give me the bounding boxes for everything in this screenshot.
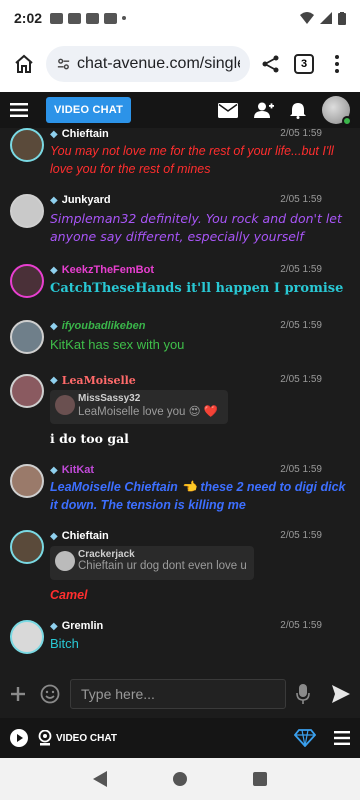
message-time: 2/05 1:59 — [280, 464, 322, 475]
mail-icon[interactable] — [218, 102, 238, 118]
site-settings-icon[interactable] — [56, 56, 71, 72]
message-time: 2/05 1:59 — [280, 620, 322, 631]
bottom-app-bar: VIDEO CHAT — [0, 718, 360, 758]
add-friend-icon[interactable] — [254, 102, 274, 118]
system-navigation-bar — [0, 758, 360, 800]
quote-text: Chieftain ur dog dont even love u — [78, 560, 247, 572]
quoted-message[interactable]: MissSassy32 LeaMoiselle love you 😍 ❤️ — [50, 390, 228, 424]
message-input[interactable]: Type here... — [70, 679, 286, 709]
bottom-bar-right — [294, 729, 350, 747]
message-username[interactable]: ◆ ifyoubadlikeben — [50, 320, 145, 332]
message-username[interactable]: ◆ Junkyard — [50, 194, 111, 206]
message-time: 2/05 1:59 — [280, 128, 322, 139]
share-button[interactable] — [256, 48, 286, 80]
more-notifications-dot — [122, 16, 127, 20]
diamond-icon: ◆ — [50, 194, 58, 206]
quote-avatar — [55, 395, 75, 415]
send-icon[interactable] — [332, 685, 350, 703]
message-text: LeaMoiselle Chieftain 👈 these 2 need to … — [50, 480, 346, 512]
app-header: VIDEO CHAT — [0, 92, 360, 128]
message-text: You may not love me for the rest of your… — [50, 144, 334, 176]
home-nav-icon[interactable] — [172, 771, 188, 787]
notification-icon — [104, 12, 118, 24]
home-button[interactable] — [8, 48, 40, 80]
diamond-icon[interactable] — [294, 729, 316, 747]
message-username[interactable]: ◆ Chieftain — [50, 128, 109, 140]
message-text: Bitch — [50, 636, 79, 651]
emoji-icon[interactable] — [40, 684, 60, 704]
status-notification-icons — [50, 12, 127, 24]
quote-username: Crackerjack — [78, 549, 135, 560]
notification-icon — [68, 12, 82, 24]
message-time: 2/05 1:59 — [280, 194, 322, 205]
notification-icon — [50, 12, 64, 24]
diamond-icon: ◆ — [50, 264, 58, 276]
avatar[interactable] — [10, 620, 44, 654]
bell-icon[interactable] — [290, 102, 306, 119]
message-text: i do too gal — [50, 431, 129, 446]
diamond-icon: ◆ — [50, 620, 58, 632]
avatar[interactable] — [10, 530, 44, 564]
message-text: Simpleman32 definitely. You rock and don… — [50, 211, 342, 244]
back-icon[interactable] — [92, 771, 107, 787]
header-icons — [218, 96, 352, 126]
diamond-icon: ◆ — [50, 320, 58, 332]
battery-icon — [338, 11, 346, 25]
message-text: Camel — [50, 588, 88, 602]
status-bar: 2:02 — [0, 0, 360, 36]
microphone-icon[interactable] — [296, 684, 310, 704]
avatar[interactable] — [10, 464, 44, 498]
message-text: CatchTheseHands it'll happen I promise — [50, 281, 344, 296]
menu-icon[interactable] — [334, 731, 350, 745]
hamburger-menu-icon[interactable] — [10, 103, 28, 117]
wifi-icon — [300, 12, 314, 24]
message-text: KitKat has sex with you — [50, 337, 185, 352]
signal-icon — [320, 12, 332, 24]
webcam-icon[interactable] — [38, 730, 52, 746]
video-chat-footer-label[interactable]: VIDEO CHAT — [56, 733, 117, 744]
status-time: 2:02 — [14, 10, 43, 26]
avatar[interactable] — [10, 320, 44, 354]
browser-toolbar: chat-avenue.com/single: 3 — [0, 36, 360, 92]
video-chat-button[interactable]: VIDEO CHAT — [46, 97, 132, 123]
avatar[interactable] — [10, 194, 44, 228]
diamond-icon: ◆ — [50, 128, 58, 140]
plus-icon[interactable] — [10, 686, 26, 702]
status-system-icons — [300, 11, 346, 25]
diamond-icon: ◆ — [50, 464, 58, 476]
quote-text: LeaMoiselle love you 😍 ❤️ — [78, 406, 219, 418]
url-text: chat-avenue.com/single: — [77, 55, 240, 72]
avatar[interactable] — [10, 374, 44, 408]
chat-message-list[interactable]: ◆ Chieftain 2/05 1:59 You may not love me… — [0, 128, 360, 670]
quoted-message[interactable]: Crackerjack Chieftain ur dog dont even l… — [50, 546, 254, 580]
youtube-icon — [86, 12, 100, 24]
quote-avatar — [55, 551, 75, 571]
avatar[interactable] — [10, 128, 44, 162]
address-bar[interactable]: chat-avenue.com/single: — [46, 46, 250, 82]
online-status-dot — [342, 116, 352, 126]
share-icon — [262, 55, 279, 73]
message-time: 2/05 1:59 — [280, 530, 322, 541]
diamond-icon: ◆ — [50, 375, 58, 386]
message-input-bar: Type here... — [0, 670, 360, 718]
user-avatar[interactable] — [322, 96, 352, 126]
avatar[interactable] — [10, 264, 44, 298]
browser-menu-button[interactable] — [322, 48, 352, 80]
quote-username: MissSassy32 — [78, 393, 141, 404]
message-username[interactable]: ◆ KeekzTheFemBot — [50, 264, 154, 276]
message-time: 2/05 1:59 — [280, 320, 322, 331]
more-vert-icon — [335, 55, 339, 73]
message-username[interactable]: ◆ Chieftain — [50, 530, 109, 542]
recents-icon[interactable] — [253, 772, 268, 786]
tab-switcher-button[interactable]: 3 — [294, 54, 314, 74]
message-time: 2/05 1:59 — [280, 264, 322, 275]
message-username[interactable]: ◆ Gremlin — [50, 620, 103, 632]
play-icon[interactable] — [10, 729, 28, 747]
home-icon — [15, 54, 33, 73]
message-time: 2/05 1:59 — [280, 374, 322, 385]
diamond-icon: ◆ — [50, 530, 58, 542]
message-username[interactable]: ◆ KitKat — [50, 464, 94, 476]
message-username[interactable]: ◆ LeaMoiselle — [50, 374, 136, 387]
